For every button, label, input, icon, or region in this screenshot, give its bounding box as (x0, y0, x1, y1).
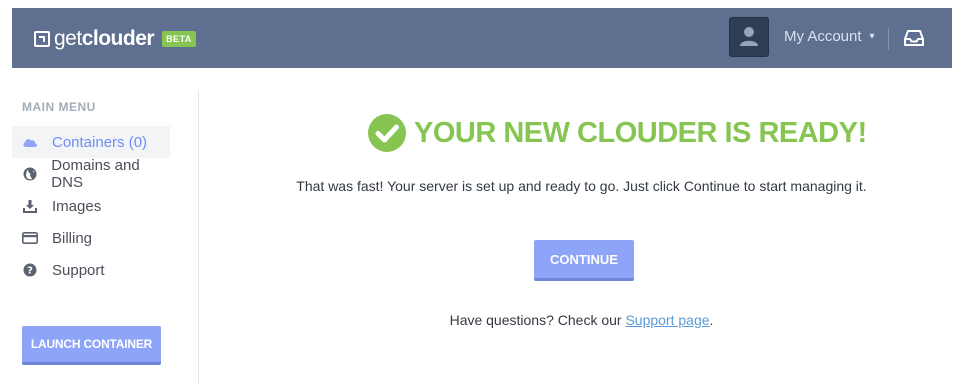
beta-badge: BETA (162, 31, 196, 47)
question-icon: ? (22, 262, 38, 278)
download-icon (22, 198, 38, 214)
sidebar-item-label: Images (52, 197, 102, 215)
support-prompt-prefix: Have questions? Check our (449, 312, 626, 328)
support-prompt-suffix: . (709, 312, 714, 328)
svg-text:?: ? (27, 266, 33, 277)
logo[interactable]: getclouder BETA (34, 27, 196, 51)
my-account-label: My Account (784, 28, 862, 45)
sidebar: MAIN MENU Containers (0) Domains and DNS… (12, 90, 199, 385)
avatar[interactable] (729, 17, 769, 57)
user-icon (740, 27, 758, 46)
sidebar-item-containers[interactable]: Containers (0) (12, 126, 170, 158)
support-prompt: Have questions? Check our Support page. (199, 312, 964, 328)
inbox-icon (904, 30, 924, 46)
sidebar-item-label: Support (52, 261, 105, 279)
sidebar-item-billing[interactable]: Billing (12, 222, 170, 254)
ready-heading: YOUR NEW CLOUDER IS READY! (368, 114, 867, 152)
menu-title: MAIN MENU (22, 100, 96, 114)
chevron-down-icon: ▾ (869, 31, 875, 42)
sidebar-item-images[interactable]: Images (12, 190, 170, 222)
main-menu: Containers (0) Domains and DNS Images Bi… (12, 126, 170, 286)
logo-mark-icon (34, 31, 50, 47)
sidebar-item-domains[interactable]: Domains and DNS (12, 157, 170, 191)
my-account-menu[interactable]: My Account ▾ (784, 28, 875, 45)
inbox-button[interactable] (902, 26, 926, 50)
ready-message: That was fast! Your server is set up and… (296, 178, 867, 194)
sidebar-item-label: Billing (52, 229, 93, 247)
page-title: YOUR NEW CLOUDER IS READY! (414, 116, 867, 149)
main-content: YOUR NEW CLOUDER IS READY! That was fast… (199, 90, 964, 385)
sidebar-item-label: Containers (0) (52, 133, 148, 151)
check-circle-icon (368, 114, 406, 152)
logo-text: getclouder (54, 27, 155, 50)
globe-icon (22, 166, 37, 182)
support-page-link[interactable]: Support page (625, 312, 709, 328)
credit-card-icon (22, 230, 38, 246)
sidebar-item-support[interactable]: ? Support (12, 254, 170, 286)
continue-button[interactable]: CONTINUE (534, 240, 634, 281)
top-bar: getclouder BETA My Account ▾ (12, 8, 952, 68)
cloud-icon (22, 134, 38, 150)
header-divider (888, 28, 889, 50)
launch-container-button[interactable]: LAUNCH CONTAINER (22, 326, 161, 365)
sidebar-item-label: Domains and DNS (51, 157, 140, 191)
